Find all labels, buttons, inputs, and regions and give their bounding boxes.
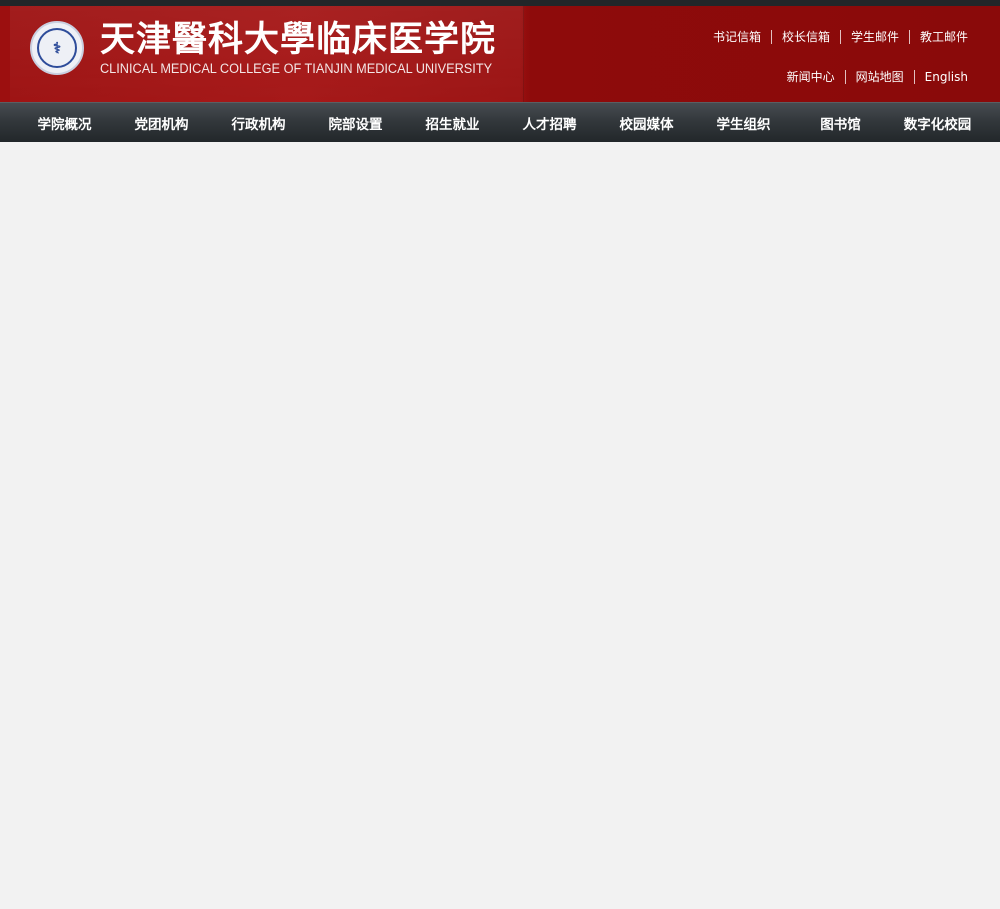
link-staff-mail[interactable]: 教工邮件 — [908, 30, 968, 44]
nav-item-administration[interactable]: 行政机构 — [210, 103, 307, 142]
main-content-area — [0, 142, 1000, 909]
nav-item-admissions[interactable]: 招生就业 — [404, 103, 501, 142]
brand-title-cn[interactable]: 天津醫科大學临床医学院 — [100, 18, 496, 62]
top-links-row1: 书记信箱 校长信箱 学生邮件 教工邮件 — [703, 30, 968, 44]
seal-mark: ⚕ — [52, 39, 62, 57]
nav-item-digital-campus[interactable]: 数字化校园 — [889, 103, 986, 142]
college-seal-icon[interactable]: ⚕ — [30, 21, 84, 75]
link-president-mailbox[interactable]: 校长信箱 — [770, 30, 840, 44]
nav-item-campus-media[interactable]: 校园媒体 — [598, 103, 695, 142]
seal-ring: ⚕ — [37, 28, 77, 68]
link-site-map[interactable]: 网站地图 — [844, 70, 914, 84]
link-english[interactable]: English — [913, 70, 968, 84]
link-student-mail[interactable]: 学生邮件 — [839, 30, 909, 44]
top-links-row2: 新闻中心 网站地图 English — [777, 70, 968, 84]
nav-item-party[interactable]: 党团机构 — [113, 103, 210, 142]
main-nav: 学院概况 党团机构 行政机构 院部设置 招生就业 人才招聘 校园媒体 学生组织 … — [0, 102, 1000, 142]
nav-item-departments[interactable]: 院部设置 — [307, 103, 404, 142]
link-news-center[interactable]: 新闻中心 — [777, 70, 845, 84]
nav-item-student-orgs[interactable]: 学生组织 — [695, 103, 792, 142]
nav-item-library[interactable]: 图书馆 — [792, 103, 889, 142]
brand-title-en: CLINICAL MEDICAL COLLEGE OF TIANJIN MEDI… — [100, 61, 493, 76]
link-secretary-mailbox[interactable]: 书记信箱 — [703, 30, 771, 44]
nav-item-about[interactable]: 学院概况 — [16, 103, 113, 142]
nav-item-recruitment[interactable]: 人才招聘 — [501, 103, 598, 142]
site-header: ⚕ 天津醫科大學临床医学院 CLINICAL MEDICAL COLLEGE O… — [0, 6, 1000, 102]
